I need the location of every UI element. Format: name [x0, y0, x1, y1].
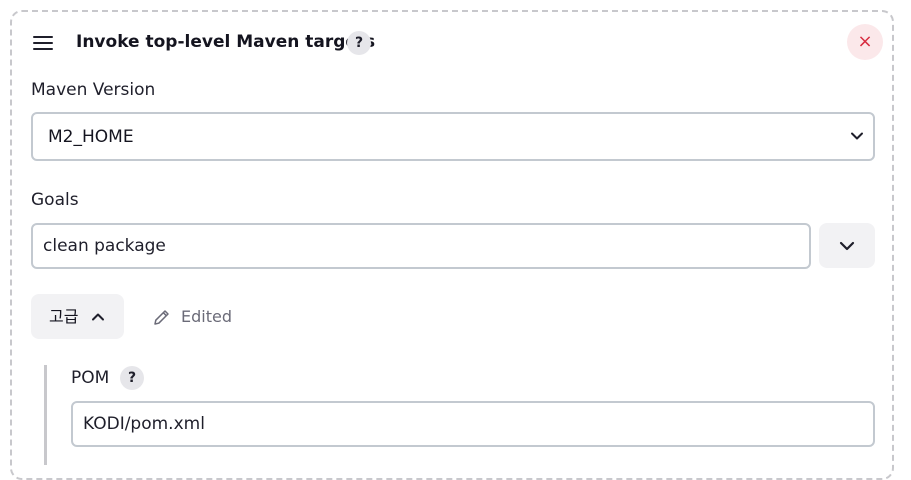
pom-label: POM [71, 368, 110, 388]
pencil-icon [154, 310, 169, 325]
step-help-icon[interactable]: ? [347, 31, 371, 55]
advanced-section-rule [44, 365, 47, 465]
drag-handle-bar [33, 48, 53, 50]
maven-version-select[interactable]: M2_HOME [31, 112, 875, 161]
drag-handle-icon[interactable] [33, 36, 53, 50]
pom-help-icon[interactable]: ? [120, 366, 144, 390]
chevron-up-icon [92, 313, 104, 321]
advanced-toggle-label: 고급 [49, 307, 79, 326]
chevron-down-icon [851, 132, 863, 140]
goals-expand-button[interactable] [819, 223, 875, 268]
close-icon: × [857, 31, 873, 52]
drag-handle-bar [33, 42, 53, 44]
advanced-toggle-button[interactable]: 고급 [31, 294, 124, 339]
edited-label: Edited [181, 307, 232, 326]
maven-version-label: Maven Version [31, 80, 156, 100]
pom-input[interactable] [71, 401, 875, 447]
drag-handle-bar [33, 36, 53, 38]
maven-version-selected: M2_HOME [48, 127, 134, 147]
chevron-down-icon [839, 241, 855, 251]
goals-input[interactable] [31, 223, 811, 269]
step-title: Invoke top-level Maven targets [76, 32, 376, 52]
goals-label: Goals [31, 190, 79, 210]
delete-step-button[interactable]: × [847, 24, 883, 60]
